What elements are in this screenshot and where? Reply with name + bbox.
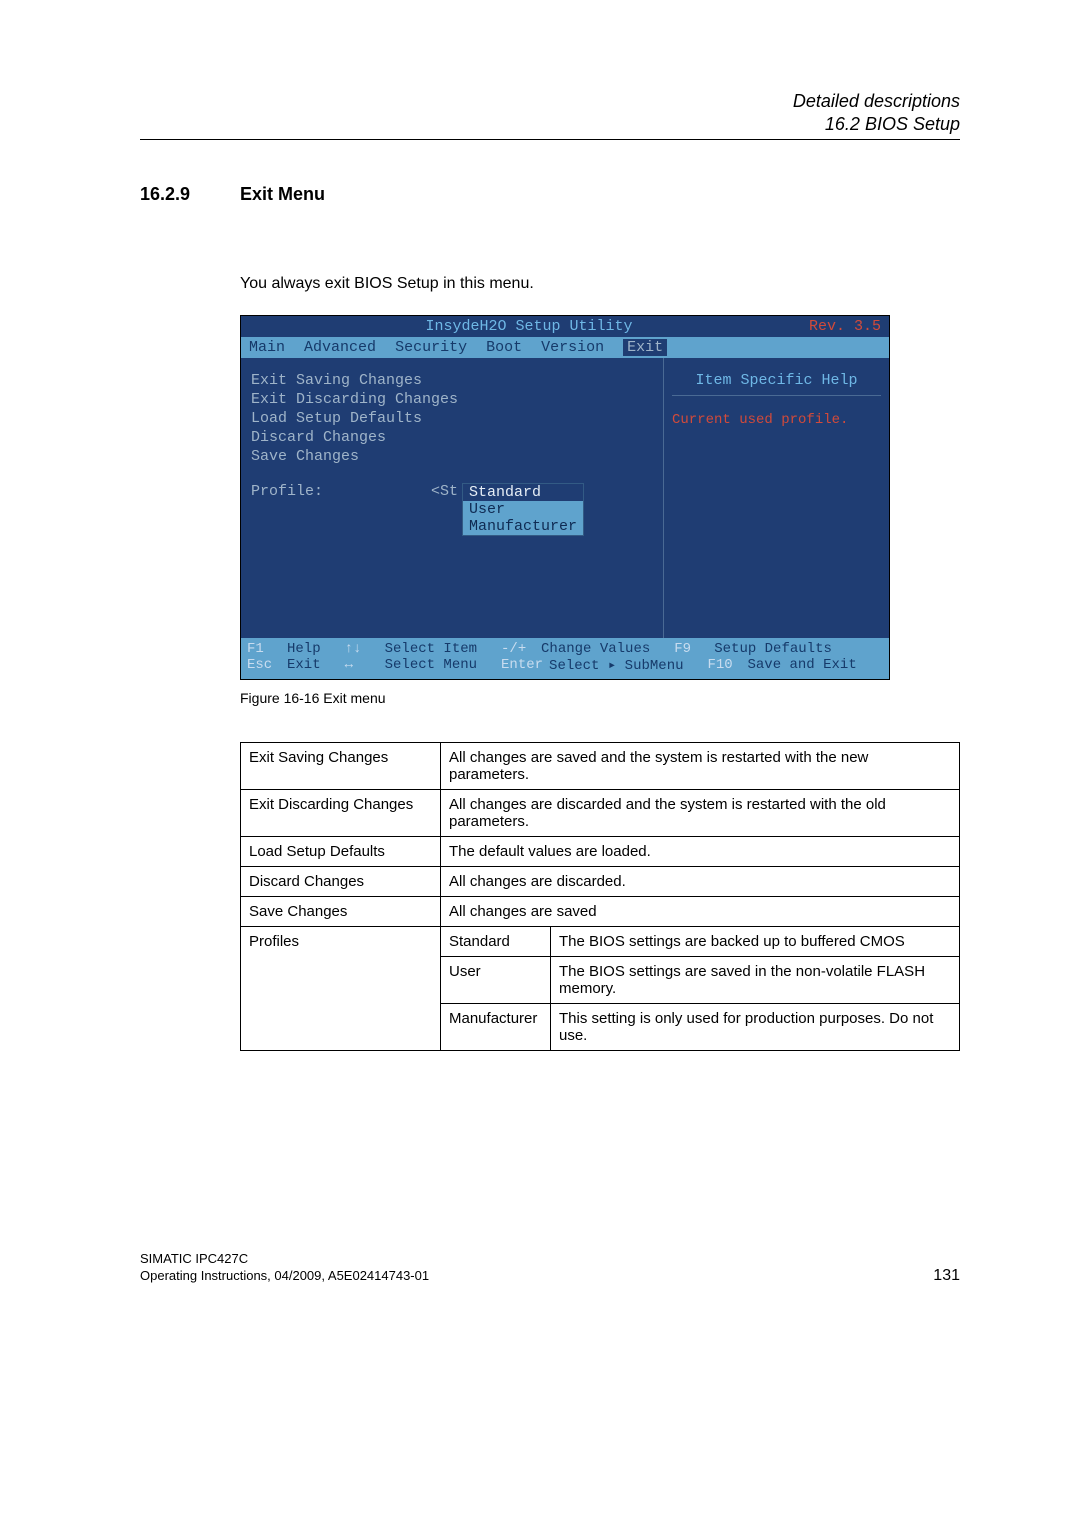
cell-profile-standard: Standard (441, 926, 551, 956)
tab-version[interactable]: Version (541, 339, 604, 356)
footer-docinfo: Operating Instructions, 04/2009, A5E0241… (140, 1268, 429, 1285)
cell-profile-standard-desc: The BIOS settings are backed up to buffe… (551, 926, 960, 956)
bios-help-pane: Item Specific Help Current used profile. (664, 358, 889, 638)
tab-exit[interactable]: Exit (623, 339, 667, 356)
table-row: Exit Saving Changes All changes are save… (241, 742, 960, 789)
label-submenu: Select ▸ SubMenu (549, 657, 683, 674)
cell-profile-user: User (441, 956, 551, 1003)
bios-screenshot: InsydeH2O Setup Utility Rev. 3.5 Main Ad… (240, 315, 890, 680)
cell-profiles: Profiles (241, 926, 441, 1050)
header-chapter: Detailed descriptions (140, 90, 960, 113)
profile-value-prefix: <St (431, 483, 458, 500)
table-row: Save Changes All changes are saved (241, 896, 960, 926)
menu-exit-discarding[interactable]: Exit Discarding Changes (251, 391, 653, 408)
profile-popup[interactable]: Standard User Manufacturer (462, 483, 584, 536)
label-exit: Exit (287, 657, 321, 674)
description-table: Exit Saving Changes All changes are save… (240, 742, 960, 1051)
cell-profile-user-desc: The BIOS settings are saved in the non-v… (551, 956, 960, 1003)
cell-exit-discarding-desc: All changes are discarded and the system… (441, 789, 960, 836)
table-row: Exit Discarding Changes All changes are … (241, 789, 960, 836)
profile-option-user[interactable]: User (463, 501, 583, 518)
cell-load-defaults: Load Setup Defaults (241, 836, 441, 866)
cell-profile-manufacturer-desc: This setting is only used for production… (551, 1003, 960, 1050)
cell-discard-changes-desc: All changes are discarded. (441, 866, 960, 896)
cell-exit-saving: Exit Saving Changes (241, 742, 441, 789)
tab-main[interactable]: Main (249, 339, 285, 356)
key-plusminus: -/+ (501, 641, 535, 657)
table-row: Discard Changes All changes are discarde… (241, 866, 960, 896)
key-f9: F9 (674, 641, 708, 657)
bios-title: InsydeH2O Setup Utility (249, 318, 809, 335)
tab-boot[interactable]: Boot (486, 339, 522, 356)
intro-text: You always exit BIOS Setup in this menu. (240, 275, 960, 293)
tab-advanced[interactable]: Advanced (304, 339, 376, 356)
footer-product: SIMATIC IPC427C (140, 1251, 429, 1268)
label-select-menu: Select Menu (385, 657, 477, 674)
label-save-exit: Save and Exit (748, 657, 857, 674)
figure-caption: Figure 16-16 Exit menu (240, 690, 960, 706)
key-enter: Enter (501, 657, 543, 674)
page-header: Detailed descriptions 16.2 BIOS Setup (140, 90, 960, 140)
section-title: Exit Menu (240, 184, 325, 205)
key-leftright: ↔ (345, 657, 379, 674)
label-setup-defaults: Setup Defaults (714, 641, 832, 657)
table-row: Profiles Standard The BIOS settings are … (241, 926, 960, 956)
cell-save-changes-desc: All changes are saved (441, 896, 960, 926)
key-f10: F10 (708, 657, 742, 674)
cell-load-defaults-desc: The default values are loaded. (441, 836, 960, 866)
bios-footer: F1 Help ↑↓ Select Item -/+ Change Values F9… (241, 638, 889, 679)
section-heading: 16.2.9 Exit Menu (140, 184, 960, 205)
label-help: Help (287, 641, 321, 657)
tab-security[interactable]: Security (395, 339, 467, 356)
cell-profile-manufacturer: Manufacturer (441, 1003, 551, 1050)
cell-save-changes: Save Changes (241, 896, 441, 926)
label-select-item: Select Item (385, 641, 477, 657)
label-change-values: Change Values (541, 641, 650, 657)
help-text: Current used profile. (672, 412, 881, 428)
cell-exit-saving-desc: All changes are saved and the system is … (441, 742, 960, 789)
section-number: 16.2.9 (140, 184, 240, 205)
menu-save-changes[interactable]: Save Changes (251, 448, 653, 465)
menu-exit-saving[interactable]: Exit Saving Changes (251, 372, 653, 389)
key-f1: F1 (247, 641, 281, 657)
page-number: 131 (933, 1267, 960, 1285)
help-title: Item Specific Help (672, 372, 881, 396)
profile-option-manufacturer[interactable]: Manufacturer (463, 518, 583, 535)
table-row: Load Setup Defaults The default values a… (241, 836, 960, 866)
menu-load-defaults[interactable]: Load Setup Defaults (251, 410, 653, 427)
key-updown: ↑↓ (345, 641, 379, 657)
profile-option-standard[interactable]: Standard (463, 484, 583, 501)
bios-left-pane: Exit Saving Changes Exit Discarding Chan… (241, 358, 664, 638)
bios-tabs: Main Advanced Security Boot Version Exit (241, 337, 889, 358)
cell-exit-discarding: Exit Discarding Changes (241, 789, 441, 836)
page-footer: SIMATIC IPC427C Operating Instructions, … (140, 1251, 960, 1285)
profile-label: Profile: (251, 483, 431, 500)
menu-discard-changes[interactable]: Discard Changes (251, 429, 653, 446)
header-section: 16.2 BIOS Setup (140, 113, 960, 136)
cell-discard-changes: Discard Changes (241, 866, 441, 896)
key-esc: Esc (247, 657, 281, 674)
bios-revision: Rev. 3.5 (809, 318, 881, 335)
